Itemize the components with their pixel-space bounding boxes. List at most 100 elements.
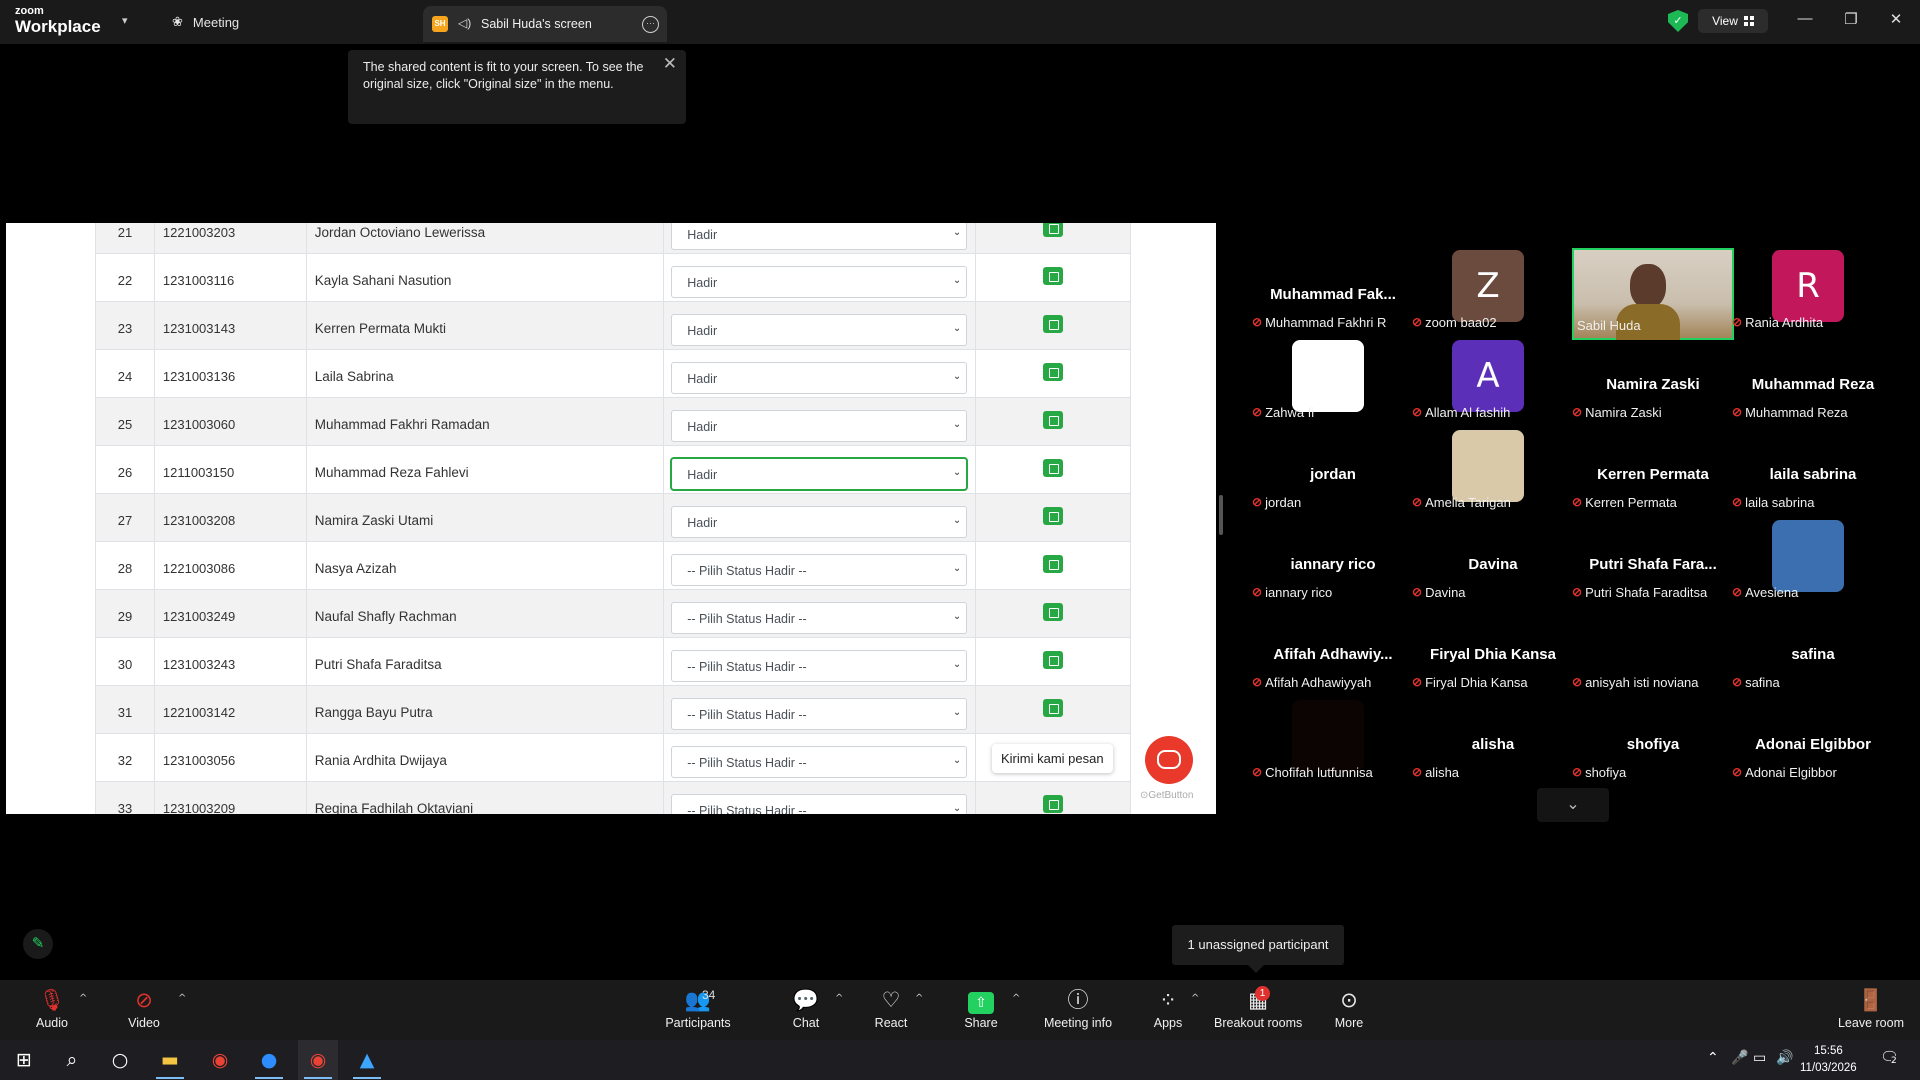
zoom-icon[interactable]: ● — [249, 1040, 289, 1080]
attendance-status-select[interactable]: Hadir ⌄ — [671, 458, 968, 490]
participant-tile[interactable]: safina ⊘ safina — [1732, 608, 1894, 692]
apps-button[interactable]: ⁘ Apps — [1148, 986, 1188, 1030]
participant-tile[interactable]: iannary rico ⊘ iannary rico — [1252, 518, 1414, 602]
share-options-caret[interactable]: ^ — [1012, 993, 1020, 1004]
photos-icon[interactable]: ▲ — [347, 1040, 387, 1080]
save-icon[interactable] — [1043, 363, 1064, 381]
chat-widget-button[interactable] — [1145, 736, 1193, 784]
participant-tile[interactable]: ⊘ Zahwa fi — [1252, 338, 1414, 422]
participant-tile[interactable]: Davina ⊘ Davina — [1412, 518, 1574, 602]
meeting-info-button[interactable]: ⓘ Meeting info — [1042, 986, 1114, 1030]
participant-tile[interactable]: jordan ⊘ jordan — [1252, 428, 1414, 512]
more-button[interactable]: ⊙ More — [1329, 986, 1369, 1030]
windows-start-icon[interactable]: ⊞ — [4, 1040, 44, 1080]
participant-tile[interactable]: Namira Zaski ⊘ Namira Zaski — [1572, 338, 1734, 422]
participant-tile[interactable]: R ⊘ Rania Ardhita — [1732, 248, 1894, 332]
save-icon[interactable] — [1043, 411, 1064, 429]
react-button[interactable]: ♡ React — [871, 986, 911, 1030]
chat-button[interactable]: 💬 Chat — [786, 986, 826, 1030]
save-icon[interactable] — [1043, 267, 1064, 285]
participant-tile[interactable]: laila sabrina ⊘ laila sabrina — [1732, 428, 1894, 512]
attendance-status-select[interactable]: -- Pilih Status Hadir -- ⌄ — [671, 554, 968, 586]
system-clock[interactable]: 15:56 11/03/2026 — [1800, 1043, 1857, 1077]
volume-icon[interactable]: 🔊 — [1776, 1050, 1793, 1066]
participant-tile[interactable]: ⊘ Avesiena — [1732, 518, 1894, 602]
participant-tile[interactable]: shofiya ⊘ shofiya — [1572, 698, 1734, 782]
audio-button[interactable]: 🎙 Audio — [32, 986, 72, 1030]
participant-tile[interactable]: Putri Shafa Fara... ⊘ Putri Shafa Faradits… — [1572, 518, 1734, 602]
attendance-status-select[interactable]: -- Pilih Status Hadir -- ⌄ — [671, 650, 968, 682]
attendance-status-select[interactable]: -- Pilih Status Hadir -- ⌄ — [671, 602, 968, 634]
close-icon[interactable]: ✕ — [1886, 10, 1906, 28]
participant-tile[interactable]: Afifah Adhawiy... ⊘ Afifah Adhawiyyah — [1252, 608, 1414, 692]
search-icon[interactable]: ⌕ — [52, 1040, 92, 1080]
leave-room-button[interactable]: 🚪 Leave room — [1836, 986, 1906, 1030]
participant-tile[interactable]: alisha ⊘ alisha — [1412, 698, 1574, 782]
save-icon[interactable] — [1043, 459, 1064, 477]
save-icon[interactable] — [1043, 507, 1064, 525]
participant-tile[interactable]: Kerren Permata ⊘ Kerren Permata — [1572, 428, 1734, 512]
view-button[interactable]: View — [1698, 9, 1768, 33]
attendance-status-select[interactable]: Hadir ⌄ — [671, 362, 968, 394]
participant-tile[interactable]: Adonai Elgibbor ⊘ Adonai Elgibbor — [1732, 698, 1894, 782]
zoom-workplace-logo[interactable]: zoom Workplace — [15, 6, 101, 36]
save-icon[interactable] — [1043, 795, 1064, 813]
shared-screen[interactable]: 21 1221003203 Jordan Octoviano Lewerissa Ha… — [6, 223, 1216, 814]
save-icon[interactable] — [1043, 603, 1064, 621]
video-options-caret[interactable]: ^ — [178, 993, 186, 1004]
attendance-status-select[interactable]: Hadir ⌄ — [671, 266, 968, 298]
chrome-icon[interactable]: ◉ — [200, 1040, 240, 1080]
close-icon[interactable]: ✕ — [663, 54, 677, 74]
participant-tile[interactable]: ⊘ Chofifah lutfunnisa — [1252, 698, 1414, 782]
restore-icon[interactable]: ❐ — [1841, 10, 1861, 28]
annotate-pen-icon[interactable]: ✎ — [23, 929, 53, 959]
save-icon[interactable] — [1043, 651, 1064, 669]
file-explorer-icon[interactable]: ▬ — [150, 1040, 190, 1080]
more-options-icon[interactable]: ··· — [642, 16, 659, 33]
gallery-next-page-button[interactable]: ⌄ — [1537, 788, 1609, 822]
breakout-rooms-button[interactable]: ▦ 1 Breakout rooms — [1214, 986, 1302, 1030]
chat-options-caret[interactable]: ^ — [835, 993, 843, 1004]
attendance-status-select[interactable]: -- Pilih Status Hadir -- ⌄ — [671, 794, 968, 814]
network-icon[interactable]: ▭ — [1753, 1050, 1766, 1066]
apps-options-caret[interactable]: ^ — [1191, 993, 1199, 1004]
meeting-menu[interactable]: ❀ Meeting — [172, 14, 239, 30]
participant-tile[interactable]: A ⊘ Allam Al fashih — [1412, 338, 1574, 422]
notification-icon[interactable]: 🗨 2 — [1880, 1048, 1899, 1066]
participant-tile[interactable]: Muhammad Reza ⊘ Muhammad Reza — [1732, 338, 1894, 422]
microphone-icon[interactable]: 🎤 — [1731, 1050, 1748, 1066]
attendance-status-select[interactable]: -- Pilih Status Hadir -- ⌄ — [671, 698, 968, 730]
share-button[interactable]: ⇧ Share — [961, 986, 1001, 1030]
audio-options-caret[interactable]: ^ — [79, 993, 87, 1004]
chevron-down-icon[interactable]: ▾ — [122, 14, 128, 27]
participant-tile[interactable]: Z ⊘ zoom baa02 — [1412, 248, 1574, 332]
attendance-status-select[interactable]: Hadir ⌄ — [671, 506, 968, 538]
attendance-status-select[interactable]: Hadir ⌄ — [671, 223, 968, 250]
participants-button[interactable]: 👥 34 Participants — [664, 986, 732, 1030]
react-options-caret[interactable]: ^ — [915, 993, 923, 1004]
student-name: Kayla Sahani Nasution — [305, 253, 665, 302]
attendance-status-select[interactable]: Hadir ⌄ — [671, 314, 968, 346]
save-icon[interactable] — [1043, 555, 1064, 573]
security-shield-icon[interactable]: ✓ — [1668, 10, 1688, 32]
save-icon[interactable] — [1043, 223, 1064, 237]
task-view-icon[interactable]: ○ — [100, 1040, 140, 1080]
save-icon[interactable] — [1043, 315, 1064, 333]
row-number: 31 — [95, 685, 155, 734]
participant-tile[interactable]: ⊘ anisyah isti noviana — [1572, 608, 1734, 692]
participant-label: ⊘ Firyal Dhia Kansa — [1412, 672, 1528, 692]
save-icon[interactable] — [1043, 699, 1064, 717]
shared-screen-tab[interactable]: SH ◁) Sabil Huda's screen ··· — [423, 6, 667, 42]
tray-chevron-icon[interactable]: ⌃ — [1707, 1050, 1719, 1066]
video-button[interactable]: ⊘ Video — [124, 986, 164, 1030]
participant-tile[interactable]: Firyal Dhia Kansa ⊘ Firyal Dhia Kansa — [1412, 608, 1574, 692]
split-handle[interactable] — [1219, 495, 1223, 535]
minimize-icon[interactable]: — — [1795, 10, 1815, 27]
chat-prompt[interactable]: Kirimi kami pesan — [992, 744, 1113, 773]
participant-tile[interactable]: Muhammad Fak... ⊘ Muhammad Fakhri R — [1252, 248, 1414, 332]
attendance-status-select[interactable]: Hadir ⌄ — [671, 410, 968, 442]
attendance-status-select[interactable]: -- Pilih Status Hadir -- ⌄ — [671, 746, 968, 778]
chrome-active-icon[interactable]: ◉ — [298, 1040, 338, 1080]
participant-tile[interactable]: ⊘ Amelia Tarigan — [1412, 428, 1574, 512]
participant-tile[interactable]: Sabil Huda — [1572, 248, 1734, 340]
